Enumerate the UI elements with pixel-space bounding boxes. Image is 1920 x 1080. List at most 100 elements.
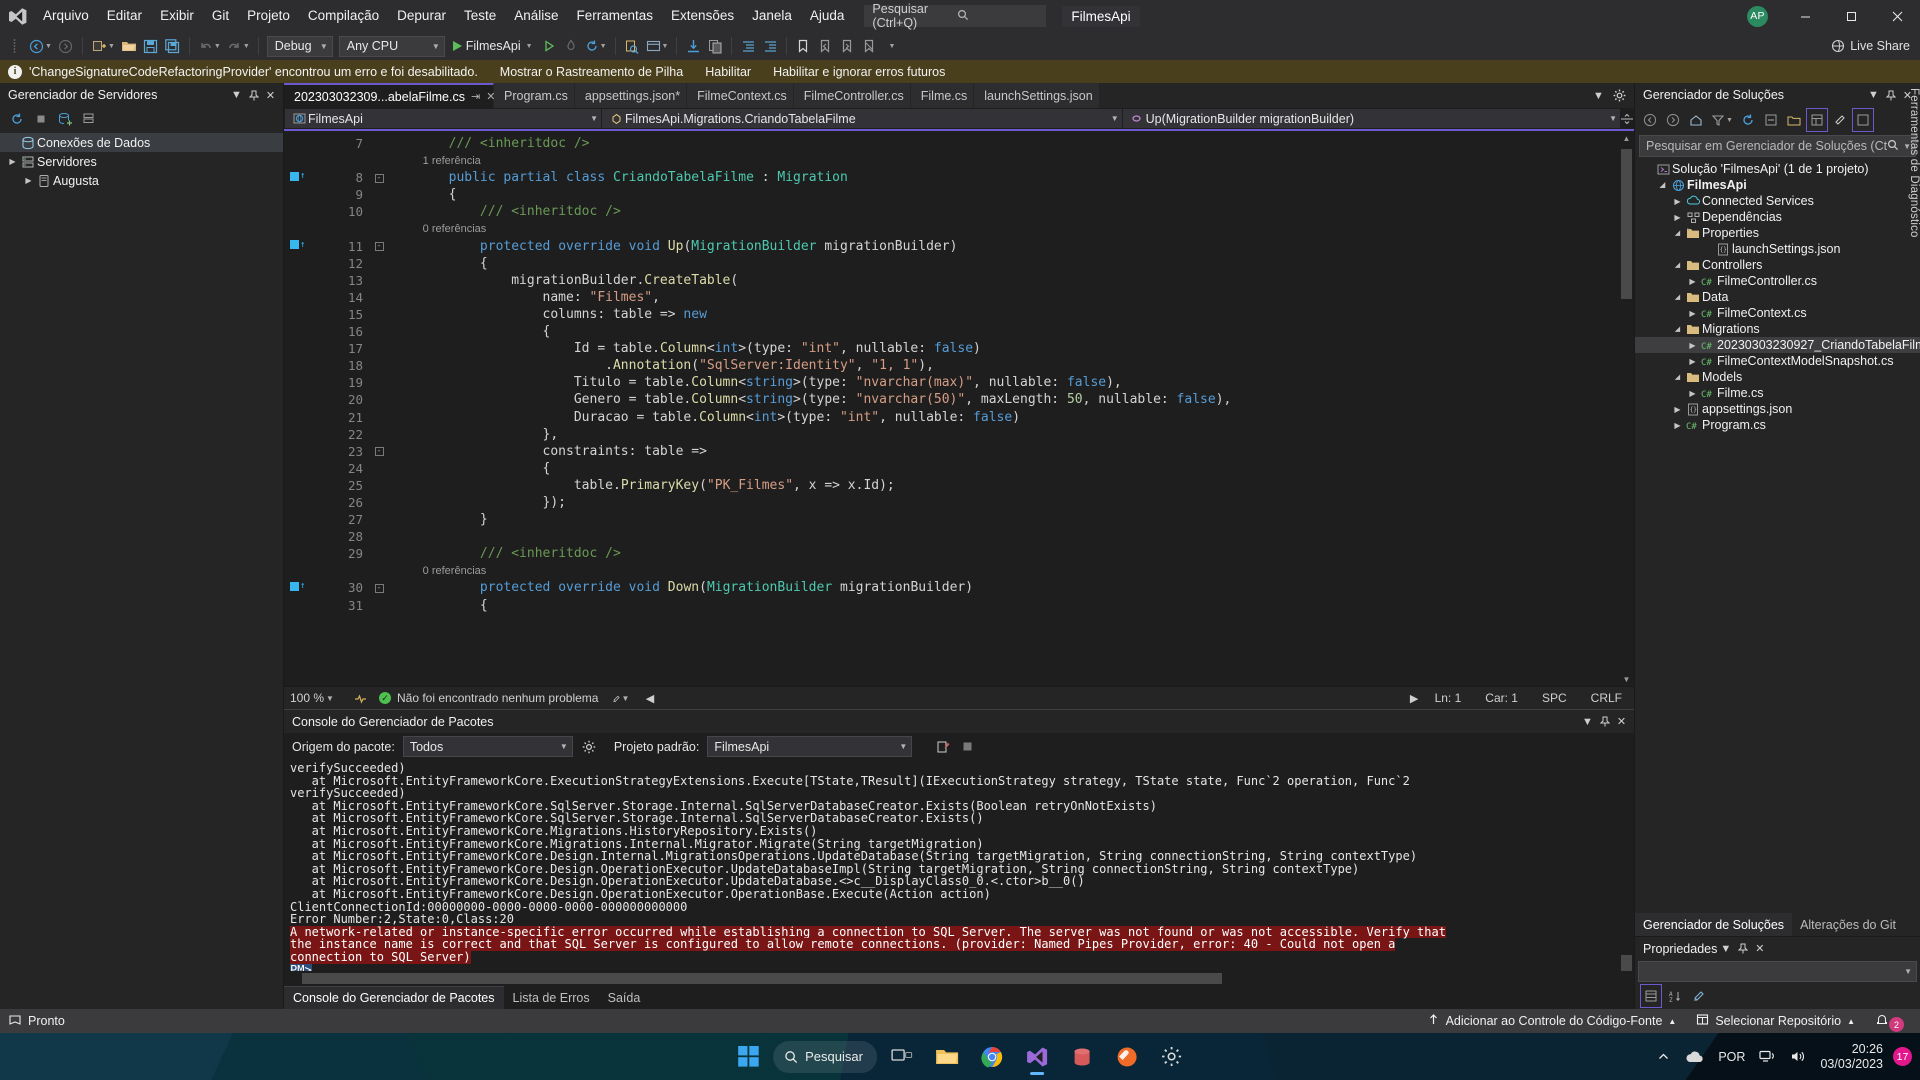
clear-bookmarks-button[interactable]	[858, 34, 880, 58]
scroll-left-icon[interactable]: ◀	[641, 689, 658, 707]
solution-tree-item[interactable]: ▶ Dependências	[1635, 209, 1920, 225]
twisty-icon[interactable]: ◢	[1671, 325, 1684, 333]
menu-exibir[interactable]: Exibir	[151, 0, 203, 32]
tab-filme-cs[interactable]: Filme.cs	[910, 83, 975, 108]
scrollbar-thumb[interactable]	[1621, 149, 1632, 299]
menu-janela[interactable]: Janela	[743, 0, 801, 32]
scrollbar-thumb[interactable]	[1621, 955, 1632, 971]
solution-tree-item[interactable]: {} launchSettings.json	[1635, 241, 1920, 257]
solution-tree-item[interactable]: ▶ C# Filme.cs	[1635, 385, 1920, 401]
redo-button[interactable]: ▼	[224, 34, 253, 58]
twisty-icon[interactable]: ▶	[22, 176, 35, 185]
scroll-down-icon[interactable]: ▼	[1619, 672, 1634, 686]
solution-tree-item[interactable]: ▶C# 20230303230927_CriandoTabelaFilme.cs	[1635, 337, 1920, 353]
navigate-backward-button[interactable]: ▼	[26, 34, 55, 58]
scroll-up-icon[interactable]: ▲	[1619, 131, 1634, 145]
notification-center-badge[interactable]: 17	[1893, 1047, 1912, 1066]
code-line[interactable]: 27 }	[284, 511, 1619, 528]
quick-launch-search[interactable]: Pesquisar (Ctrl+Q)	[864, 2, 1047, 30]
hot-reload-button[interactable]	[560, 34, 582, 58]
collapse-all-button[interactable]	[1760, 108, 1782, 132]
taskbar-search-button[interactable]: Pesquisar	[773, 1040, 877, 1073]
tab-filmecontroller-cs[interactable]: FilmeController.cs	[793, 83, 911, 108]
restart-button[interactable]: ▼	[582, 34, 610, 58]
tab-git-changes[interactable]: Alterações do Git	[1792, 913, 1904, 936]
code-line[interactable]: 18 .Annotation("SqlServer:Identity", "1,…	[284, 357, 1619, 374]
fold-toggle-icon[interactable]: -	[374, 447, 384, 457]
clear-console-button[interactable]	[934, 738, 951, 756]
solution-tree-item[interactable]: ▶ C# FilmeContextModelSnapshot.cs	[1635, 353, 1920, 369]
project-dropdown[interactable]: FilmesApi ▼	[285, 109, 601, 128]
solution-configuration-combo[interactable]: Debug ▼	[266, 35, 333, 57]
solution-tree-item[interactable]: ▶ Connected Services	[1635, 193, 1920, 209]
menu-git[interactable]: Git	[203, 0, 238, 32]
minimize-button[interactable]	[1782, 0, 1828, 32]
tab-error-list[interactable]: Lista de Erros	[504, 986, 599, 1009]
toggle-bookmark-button[interactable]	[792, 34, 814, 58]
code-line[interactable]: ↑ 8- public partial class CriandoTabelaFi…	[284, 169, 1619, 186]
spaces-indicator[interactable]: SPC	[1530, 691, 1579, 705]
scrollbar-thumb[interactable]	[302, 973, 1222, 984]
task-view-button[interactable]	[882, 1037, 922, 1077]
comment-selection-button[interactable]	[704, 34, 726, 58]
categorized-view-button[interactable]	[1640, 984, 1662, 1008]
decrease-indent-button[interactable]	[759, 34, 781, 58]
settings-button[interactable]	[1152, 1037, 1192, 1077]
twisty-icon[interactable]: ▶	[1686, 309, 1699, 318]
fold-toggle-icon[interactable]: -	[374, 583, 384, 593]
code-line[interactable]: 26 });	[284, 494, 1619, 511]
stop-console-button[interactable]	[959, 738, 976, 756]
code-line[interactable]: 29 /// <inheritdoc />	[284, 545, 1619, 562]
view-code-button[interactable]	[1851, 108, 1874, 132]
maximize-button[interactable]	[1828, 0, 1874, 32]
breakpoint-glyph-icon[interactable]: ↑	[290, 240, 305, 250]
close-button[interactable]	[1874, 0, 1920, 32]
start-without-debugging-button[interactable]	[538, 34, 560, 58]
chevron-down-icon[interactable]: ▼	[1717, 940, 1734, 958]
language-indicator[interactable]: POR	[1711, 1038, 1752, 1076]
network-icon[interactable]	[1752, 1038, 1783, 1076]
menu-ajuda[interactable]: Ajuda	[801, 0, 854, 32]
twisty-icon[interactable]: ▶	[1671, 421, 1684, 430]
menu-depurar[interactable]: Depurar	[388, 0, 455, 32]
console-output[interactable]: verifySucceeded) at Microsoft.EntityFram…	[284, 760, 1634, 971]
tab-solution-explorer[interactable]: Gerenciador de Soluções	[1635, 913, 1793, 936]
package-source-combo[interactable]: Todos ▼	[402, 736, 573, 757]
code-editor[interactable]: 7 /// <inheritdoc /> 1 referência ↑ 8- pub…	[284, 131, 1634, 686]
editor-vertical-scrollbar[interactable]: ▲ ▼	[1619, 131, 1634, 686]
tree-item-data-connections[interactable]: Conexões de Dados	[0, 133, 283, 152]
console-vertical-scrollbar[interactable]	[1619, 760, 1634, 971]
scroll-right-icon[interactable]: ▶	[1406, 689, 1423, 707]
stop-button[interactable]	[30, 107, 52, 131]
solution-platform-combo[interactable]: Any CPU ▼	[338, 35, 445, 57]
code-line[interactable]: 10 /// <inheritdoc />	[284, 203, 1619, 220]
solution-tree-item[interactable]: ◢ Properties	[1635, 225, 1920, 241]
show-stack-trace-link[interactable]: Mostrar o Rastreamento de Pilha	[500, 65, 683, 79]
tree-item-augusta[interactable]: ▶ Augusta	[0, 171, 283, 190]
solution-tree-item[interactable]: ▶ C# Program.cs	[1635, 417, 1920, 433]
file-explorer-button[interactable]	[927, 1037, 967, 1077]
code-line[interactable]: 28	[284, 528, 1619, 545]
code-line[interactable]: ↑ 30- protected override void Down(Migrat…	[284, 579, 1619, 596]
codelens-label[interactable]: 0 referências	[386, 223, 1619, 235]
refresh-button[interactable]	[6, 107, 28, 131]
pending-changes-filter-button[interactable]: ▼	[1708, 108, 1736, 132]
fold-toggle-icon[interactable]: -	[374, 242, 384, 252]
type-dropdown[interactable]: FilmesApi.Migrations.CriandoTabelaFilme …	[602, 109, 1122, 128]
save-all-button[interactable]	[162, 34, 184, 58]
clock[interactable]: 20:26 03/03/2023	[1814, 1042, 1893, 1072]
tab-output[interactable]: Saída	[599, 986, 650, 1009]
alphabetical-view-button[interactable]: AZ	[1664, 984, 1686, 1008]
code-line[interactable]: 16 {	[284, 323, 1619, 340]
menu-projeto[interactable]: Projeto	[238, 0, 299, 32]
fold-toggle-icon[interactable]: -	[374, 173, 384, 183]
package-settings-gear-icon[interactable]	[581, 738, 598, 756]
preview-selected-items-button[interactable]	[1829, 108, 1851, 132]
twisty-icon[interactable]: ▶	[1671, 213, 1684, 222]
twisty-icon[interactable]: ▶	[1686, 357, 1699, 366]
solution-tree-item[interactable]: ◢ Controllers	[1635, 257, 1920, 273]
twisty-icon[interactable]: ◢	[1656, 181, 1669, 189]
code-line[interactable]: 31 {	[284, 597, 1619, 614]
volume-icon[interactable]	[1783, 1038, 1814, 1076]
forward-button[interactable]	[1662, 108, 1684, 132]
